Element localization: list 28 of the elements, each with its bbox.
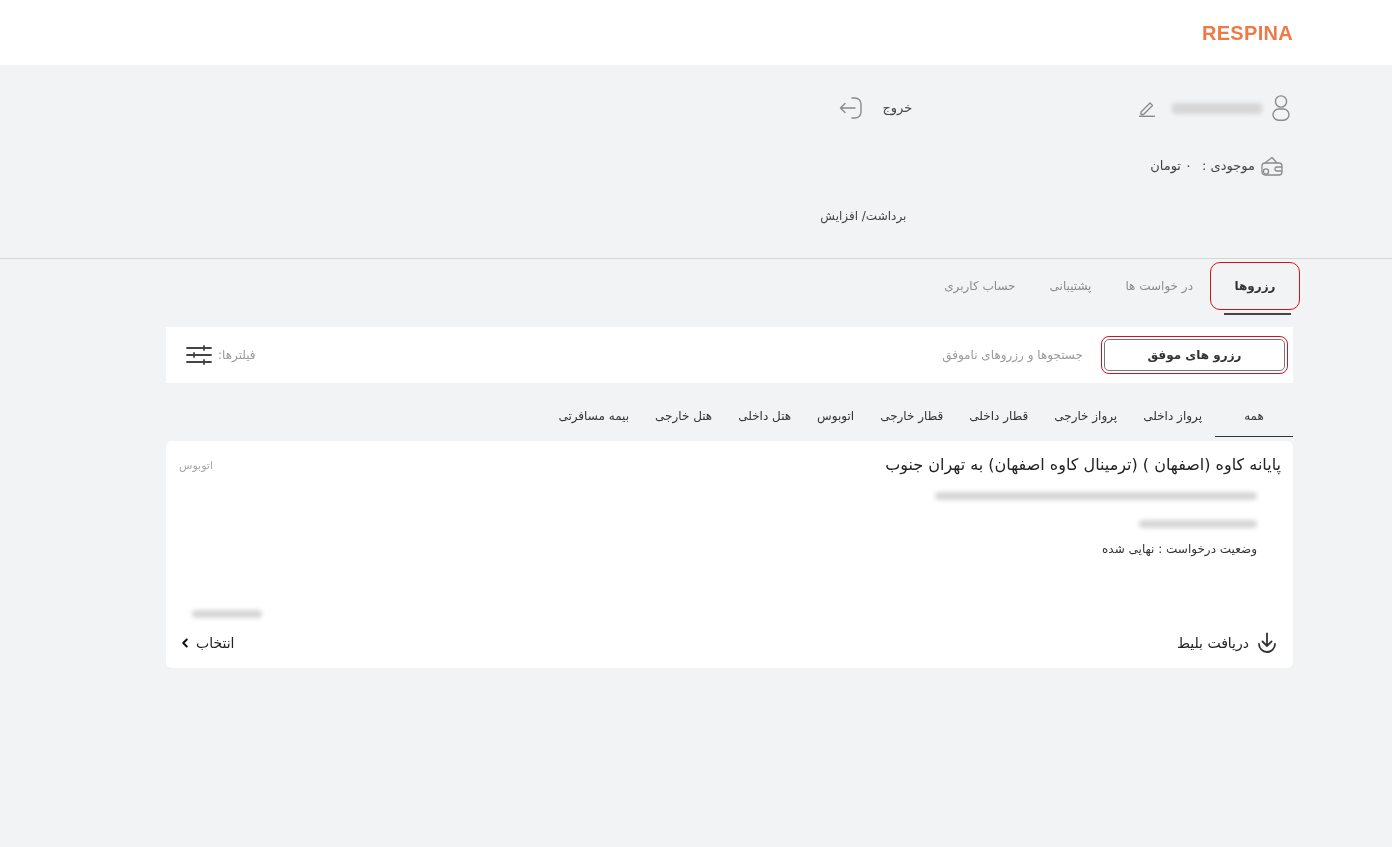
category-tab[interactable]: بیمه مسافرتی <box>545 395 643 437</box>
reservation-type: اتوبوس <box>179 458 213 474</box>
category-tab[interactable]: قطار خارجی <box>867 395 957 437</box>
balance-label: موجودی : <box>1202 157 1255 176</box>
category-tab[interactable]: همه <box>1215 395 1293 437</box>
category-tab[interactable]: هتل خارجی <box>642 395 726 437</box>
category-tab[interactable]: پرواز داخلی <box>1130 395 1215 437</box>
filter-toggle[interactable]: رزرو های موفق <box>1104 339 1285 371</box>
wallet-icon <box>1261 156 1283 176</box>
selected-indicator <box>1224 313 1291 315</box>
user-icon <box>1272 95 1290 121</box>
filters-label: فیلترها: <box>218 347 256 364</box>
balance-value: ۰ تومان <box>1150 157 1193 176</box>
logout-button[interactable]: خروج <box>882 98 913 118</box>
download-ticket-button[interactable]: دریافت بلیط <box>1176 632 1281 654</box>
request-status: وضعیت درخواست : نهایی شده <box>1102 541 1257 558</box>
category-tab[interactable]: پرواز خارجی <box>1041 395 1131 437</box>
sliders-icon[interactable] <box>186 345 212 365</box>
category-tab[interactable]: اتوبوس <box>804 395 868 437</box>
select-button[interactable]: انتخاب <box>178 632 235 654</box>
category-tab[interactable]: هتل داخلی <box>725 395 805 437</box>
withdraw-link[interactable]: برداشت/ افزایش <box>820 207 907 225</box>
category-tab[interactable]: قطار داخلی <box>956 395 1042 437</box>
blurred-text <box>192 610 262 618</box>
download-icon <box>1256 632 1278 654</box>
logout-icon[interactable] <box>839 96 863 120</box>
reservation-title: پایانه کاوه (اصفهان ) (ترمینال کاوه اصفهان) به تهران جنوب <box>885 454 1281 477</box>
tab[interactable]: رزروها <box>1210 262 1300 317</box>
